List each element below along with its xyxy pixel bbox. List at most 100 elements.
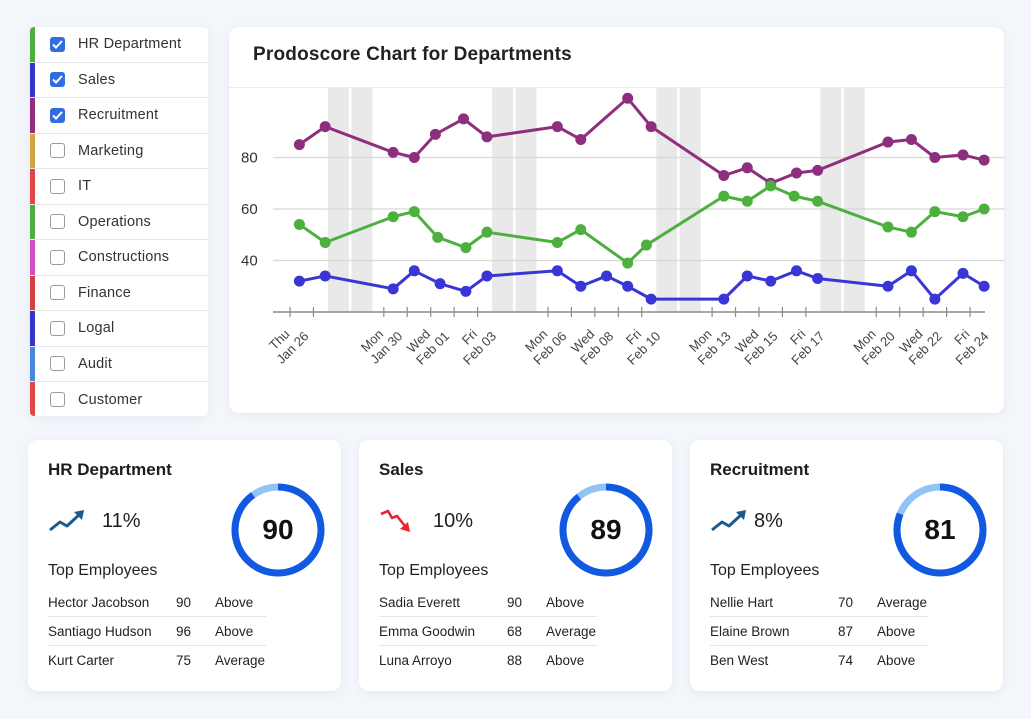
- dept-color-bar: [30, 98, 35, 133]
- dept-color-bar: [30, 346, 35, 381]
- dept-item-audit[interactable]: Audit: [30, 346, 208, 382]
- employee-row[interactable]: Kurt Carter 75 Average: [48, 646, 266, 675]
- dept-item-constructions[interactable]: Constructions: [30, 240, 208, 276]
- employee-score: 90: [176, 594, 192, 610]
- x-tick-label: FriFeb 10: [623, 326, 663, 367]
- data-point: [481, 270, 493, 282]
- employee-row[interactable]: Ben West 74 Above: [710, 646, 928, 675]
- data-point: [387, 283, 399, 295]
- dept-checkbox[interactable]: [50, 285, 65, 301]
- data-point: [978, 280, 990, 292]
- dept-checkbox[interactable]: [50, 320, 65, 336]
- data-point: [929, 152, 941, 163]
- data-point: [387, 211, 399, 223]
- employee-score: 70: [838, 594, 854, 610]
- score-gauge: 90: [230, 482, 326, 578]
- dept-label: Constructions: [78, 249, 170, 266]
- data-point: [741, 162, 753, 174]
- employee-score: 68: [507, 623, 523, 639]
- dept-item-finance[interactable]: Finance: [30, 275, 208, 311]
- card-title: Sales: [379, 460, 424, 479]
- weekend-band: [492, 88, 514, 312]
- employee-score: 96: [176, 623, 192, 639]
- dept-checkbox[interactable]: [50, 178, 65, 194]
- x-axis-group: [273, 307, 985, 317]
- line-chart: 406080 ThuJan 26 MonJan 30WedFeb 01 FriFeb…: [241, 88, 1004, 368]
- dept-item-customer[interactable]: Customer: [30, 382, 208, 416]
- dept-checkbox[interactable]: [50, 392, 65, 408]
- x-tick-label: WedFeb 08: [568, 326, 616, 367]
- data-point: [812, 195, 824, 207]
- employee-name: Santiago Hudson: [48, 623, 152, 639]
- employee-row[interactable]: Nellie Hart 70 Average: [710, 588, 928, 617]
- series-line-sales: [299, 269, 985, 301]
- employee-row[interactable]: Elaine Brown 87 Above: [710, 617, 928, 646]
- employee-row[interactable]: Emma Goodwin 68 Average: [379, 617, 597, 646]
- data-point: [460, 242, 472, 254]
- data-point: [481, 131, 493, 143]
- dept-color-bar: [30, 382, 35, 416]
- data-point: [622, 257, 634, 269]
- dept-checkbox[interactable]: [50, 356, 65, 372]
- dept-item-hr-department[interactable]: HR Department: [30, 27, 208, 63]
- data-point: [408, 152, 420, 163]
- data-point: [791, 265, 803, 277]
- dept-item-recruitment[interactable]: Recruitment: [30, 98, 208, 134]
- employee-row[interactable]: Luna Arroyo 88 Above: [379, 646, 597, 675]
- employee-score: 88: [507, 653, 523, 668]
- data-point: [622, 92, 634, 104]
- trend-value: 10%: [433, 509, 474, 532]
- series-line-hr-department: [298, 184, 985, 265]
- dept-color-bar: [30, 169, 35, 204]
- card-title: Recruitment: [710, 460, 810, 479]
- dept-item-operations[interactable]: Operations: [30, 204, 208, 240]
- dept-checkbox[interactable]: [50, 36, 65, 52]
- dept-item-it[interactable]: IT: [30, 169, 208, 205]
- checkmark-icon: [52, 111, 63, 120]
- x-tick-label: WedFeb 01: [404, 326, 452, 367]
- x-tick-label: MonFeb 20: [850, 326, 898, 367]
- dept-checkbox[interactable]: [50, 143, 65, 159]
- data-point: [957, 149, 969, 161]
- dept-item-marketing[interactable]: Marketing: [30, 133, 208, 169]
- checkmark-icon: [52, 40, 63, 49]
- x-tick-label: WedFeb 22: [896, 326, 944, 367]
- dept-checkbox[interactable]: [50, 72, 65, 88]
- data-point: [765, 180, 777, 192]
- data-point: [319, 236, 331, 248]
- employee-rating: Average: [215, 653, 266, 668]
- data-point: [645, 293, 657, 305]
- employee-name: Sadia Everett: [379, 594, 461, 610]
- dept-label: Operations: [78, 213, 151, 230]
- employee-rating: Average: [877, 594, 928, 610]
- dept-item-sales[interactable]: Sales: [30, 62, 208, 98]
- employee-name: Luna Arroyo: [379, 653, 452, 668]
- dept-checkbox[interactable]: [50, 249, 65, 265]
- weekend-band: [843, 88, 865, 312]
- employee-row[interactable]: Santiago Hudson 96 Above: [48, 617, 266, 646]
- data-point: [319, 270, 331, 282]
- dept-color-bar: [30, 62, 35, 97]
- dept-label: Audit: [78, 355, 113, 372]
- weekend-band: [679, 88, 701, 312]
- data-point: [788, 190, 800, 202]
- dept-item-logal[interactable]: Logal: [30, 311, 208, 347]
- dept-checkbox[interactable]: [50, 214, 65, 230]
- dept-checkbox[interactable]: [50, 107, 65, 123]
- employee-row[interactable]: Hector Jacobson 90 Above: [48, 588, 266, 617]
- dept-card-recruitment: Recruitment 8% 81 Top Employees Nellie H…: [690, 440, 1003, 691]
- dept-color-bar: [30, 204, 35, 239]
- trend-value: 8%: [754, 509, 783, 532]
- dept-color-bar: [30, 133, 35, 168]
- weekend-band: [656, 88, 678, 312]
- dept-card-hr-department: HR Department 11% 90 Top Employees Hecto…: [28, 440, 341, 691]
- series-line-recruitment: [298, 96, 985, 185]
- employee-row[interactable]: Sadia Everett 90 Above: [379, 588, 597, 617]
- gauge-score: 89: [590, 514, 622, 545]
- data-point: [387, 146, 399, 158]
- data-point: [905, 133, 917, 145]
- y-tick-label: 40: [241, 253, 258, 270]
- trend-down-icon: [380, 509, 410, 532]
- x-tick-label: WedFeb 15: [732, 326, 780, 367]
- data-point: [551, 236, 563, 248]
